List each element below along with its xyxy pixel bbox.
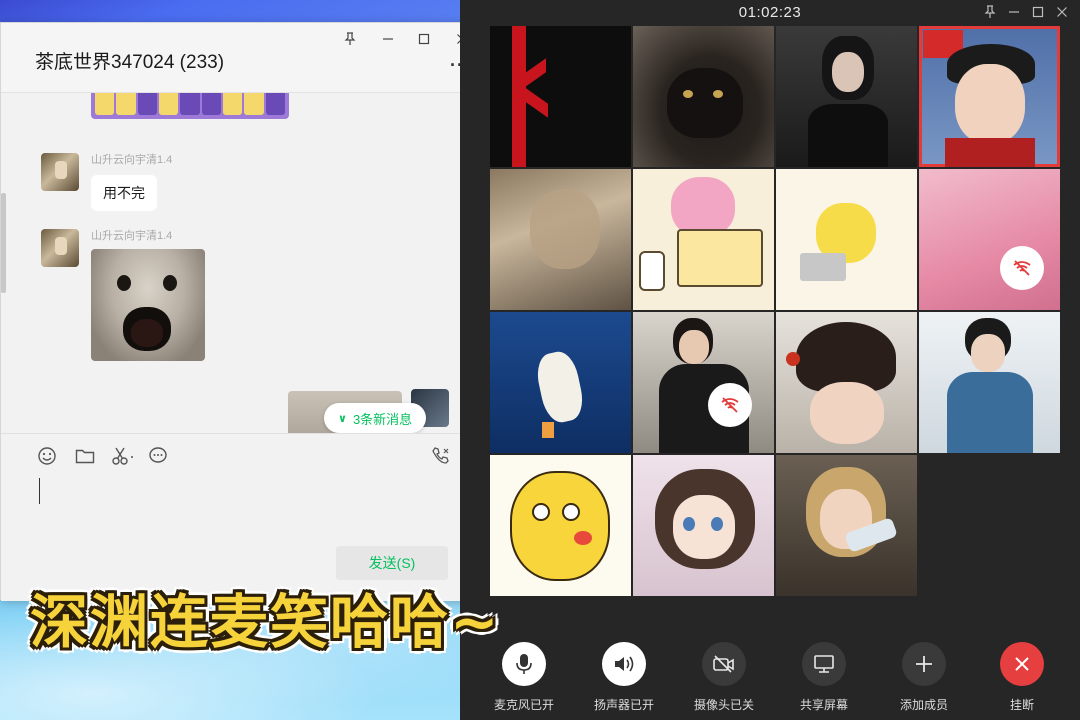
add-member-icon [902, 642, 946, 686]
chat-window: 茶底世界347024 (233) ··· 山升云向宇清1.4 用不完 山升云向宇… [0, 22, 482, 601]
participant-tile[interactable] [776, 455, 917, 596]
muted-mic-icon [1000, 246, 1044, 290]
speaker-button[interactable]: 扬声器已开 [574, 642, 674, 713]
new-messages-label: 3条新消息 [352, 411, 413, 427]
sender-name: 山升云向宇清1.4 [91, 230, 173, 242]
new-messages-button[interactable]: ∨ 3条新消息 [324, 403, 427, 433]
emoji-icon[interactable] [35, 444, 59, 468]
folder-icon[interactable] [73, 444, 97, 468]
camera-label: 摄像头已关 [693, 698, 754, 712]
participant-tile-speaking[interactable] [919, 26, 1060, 167]
pin-icon[interactable] [339, 29, 361, 49]
group-call-window: 01:02:23 麦克风已开 扬声器已开 摄像头已关 共享屏幕 添加成员 挂断 [460, 0, 1080, 720]
participant-tile[interactable] [776, 312, 917, 453]
participant-tile[interactable] [490, 312, 631, 453]
voice-call-icon[interactable] [429, 444, 453, 468]
hang-up-icon [1000, 642, 1044, 686]
microphone-icon [502, 642, 546, 686]
muted-mic-icon [708, 383, 752, 427]
chat-header: 茶底世界347024 (233) ··· [1, 23, 481, 93]
close-icon[interactable] [1050, 2, 1074, 22]
screen-share-label: 共享屏幕 [799, 698, 848, 712]
double-chevron-down-icon: ∨ [338, 412, 347, 425]
speaker-label: 扬声器已开 [593, 698, 654, 712]
minimize-icon[interactable] [1002, 2, 1026, 22]
participant-tile[interactable] [633, 26, 774, 167]
participant-tile[interactable] [633, 169, 774, 310]
cat-image-message[interactable] [91, 249, 205, 361]
scissors-icon[interactable] [109, 444, 139, 468]
chat-title: 茶底世界347024 (233) [35, 52, 225, 73]
participant-tile[interactable] [490, 26, 631, 167]
video-caption-overlay: 深渊连麦笑哈哈~ [30, 588, 501, 656]
participant-tile[interactable] [776, 26, 917, 167]
add-member-label: 添加成员 [899, 698, 948, 712]
avatar[interactable] [41, 153, 79, 191]
participant-tile[interactable] [633, 455, 774, 596]
participant-tile[interactable] [633, 312, 774, 453]
call-controls: 麦克风已开 扬声器已开 摄像头已关 共享屏幕 添加成员 挂断 [460, 630, 1080, 720]
participant-tile[interactable] [776, 169, 917, 310]
camera-button[interactable]: 摄像头已关 [674, 642, 774, 713]
participant-tile[interactable] [919, 312, 1060, 453]
message-input[interactable] [31, 474, 461, 536]
hang-up-button[interactable]: 挂断 [972, 642, 1072, 713]
pin-icon[interactable] [978, 2, 1002, 22]
message-bubble[interactable]: 用不完 [91, 175, 157, 211]
empty-tile [919, 455, 1060, 596]
camera-off-icon [702, 642, 746, 686]
participant-tile[interactable] [490, 169, 631, 310]
participant-tile[interactable] [490, 455, 631, 596]
avatar[interactable] [41, 229, 79, 267]
message-list: 山升云向宇清1.4 用不完 山升云向宇清1.4 ∨ 3条新消息 [1, 93, 481, 453]
participant-tile[interactable] [919, 169, 1060, 310]
minimize-icon[interactable] [377, 29, 399, 49]
screen-share-icon [802, 642, 846, 686]
sticker-image[interactable] [91, 93, 289, 119]
hang-up-label: 挂断 [1009, 698, 1034, 712]
sender-name: 山升云向宇清1.4 [91, 154, 173, 166]
microphone-label: 麦克风已开 [493, 698, 554, 712]
participant-grid [490, 26, 1060, 596]
maximize-icon[interactable] [1026, 2, 1050, 22]
add-member-button[interactable]: 添加成员 [874, 642, 974, 713]
chat-history-icon[interactable] [146, 444, 170, 468]
speaker-icon [602, 642, 646, 686]
screen-share-button[interactable]: 共享屏幕 [774, 642, 874, 713]
maximize-icon[interactable] [413, 29, 435, 49]
